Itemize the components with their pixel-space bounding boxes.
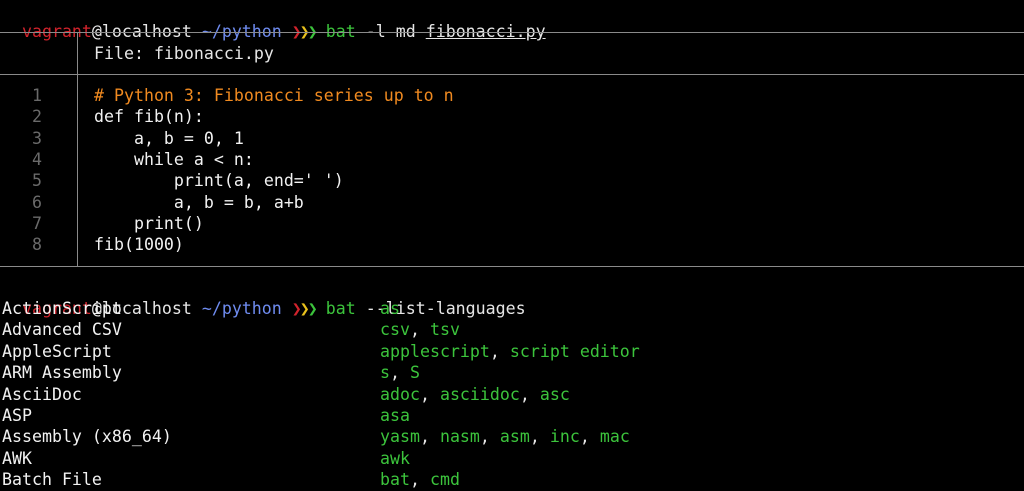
language-extensions: awk [380, 448, 410, 469]
extension: s [380, 363, 390, 383]
prompt-path: ~/python [201, 299, 282, 318]
language-extensions: bat, cmd [380, 470, 460, 490]
extension: tsv [429, 320, 460, 340]
language-extensions: adoc, asciidoc, asc [380, 384, 570, 404]
code-line: # Python 3: Fibonacci series up to n [94, 86, 454, 105]
extension: yasm [380, 427, 420, 447]
language-name: ARM Assembly [2, 363, 122, 383]
prompt-line-1: vagrant@localhost ~/python ❯❯❯ bat -l md… [2, 0, 546, 41]
language-name: AWK [2, 448, 32, 468]
prompt-chevron-icon: ❯❯❯ [291, 299, 318, 318]
extension: awk [380, 448, 410, 468]
language-extensions: yasm, nasm, asm, inc, mac [380, 427, 630, 447]
extension: as [380, 299, 400, 318]
language-name: AsciiDoc [2, 384, 82, 404]
language-extensions: csv, tsv [380, 320, 460, 340]
extension: applescript [380, 341, 490, 361]
code-line: a, b = b, a+b [94, 192, 304, 212]
code-line: while a < n: [94, 149, 254, 169]
frame-header-divider [77, 32, 78, 75]
extension: nasm [439, 427, 480, 447]
language-extensions: as [380, 298, 400, 319]
extension: asciidoc [439, 384, 520, 404]
frame-bottom-border [0, 266, 1024, 267]
language-extensions: applescript, script editor [380, 341, 640, 361]
code-line: print() [94, 213, 204, 233]
file-header: File: fibonacci.py [94, 44, 274, 63]
command-name: bat [325, 299, 356, 318]
line-number: 3 [32, 128, 42, 148]
extension: bat [380, 470, 410, 490]
line-number: 4 [32, 149, 42, 169]
extension: csv [380, 320, 410, 340]
line-number: 1 [32, 86, 42, 105]
extension: mac [599, 427, 630, 447]
language-name: ActionScript [2, 299, 122, 318]
extension: inc [549, 427, 580, 447]
code-line: def fib(n): [94, 107, 204, 127]
language-name: Assembly (x86_64) [2, 427, 172, 447]
language-name: AppleScript [2, 341, 112, 361]
frame-top-border [0, 32, 1024, 33]
line-number: 7 [32, 213, 42, 233]
language-name: Advanced CSV [2, 320, 122, 340]
extension: asm [499, 427, 530, 447]
language-extensions: asa [380, 405, 410, 426]
line-number: 8 [32, 235, 42, 255]
language-extensions: s, S [380, 363, 420, 383]
extension: asa [380, 406, 410, 425]
extension: S [409, 363, 420, 383]
extension: asc [539, 384, 570, 404]
extension: adoc [380, 384, 420, 404]
line-number: 2 [32, 107, 42, 127]
frame-header-border [0, 74, 1024, 75]
line-number: 6 [32, 192, 42, 212]
language-name: ASP [2, 406, 32, 425]
extension: cmd [429, 470, 460, 490]
code-line: fib(1000) [94, 235, 184, 255]
frame-gutter-divider [77, 74, 78, 267]
language-name: Batch File [2, 470, 102, 490]
code-line: a, b = 0, 1 [94, 128, 244, 148]
extension: script editor [509, 341, 640, 361]
code-line: print(a, end=' ') [94, 171, 344, 191]
prompt-line-2: vagrant@localhost ~/python ❯❯❯ bat --lis… [2, 277, 526, 318]
line-number: 5 [32, 171, 42, 191]
